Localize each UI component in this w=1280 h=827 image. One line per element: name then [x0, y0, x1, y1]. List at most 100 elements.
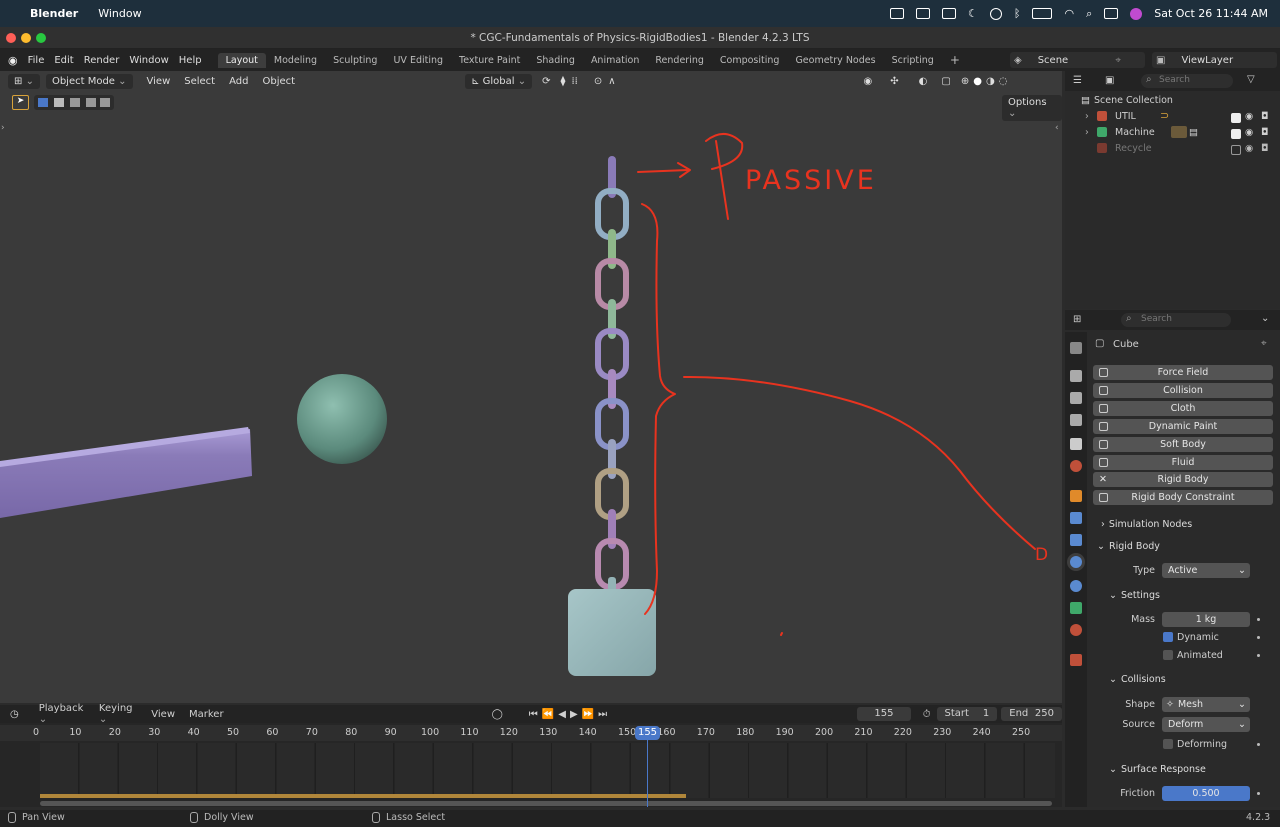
- app-menu-blender[interactable]: Blender: [30, 7, 78, 20]
- playhead-frame-badge[interactable]: 155: [635, 726, 660, 740]
- tab-geometry-nodes[interactable]: Geometry Nodes: [787, 53, 883, 68]
- menu-help[interactable]: Help: [179, 55, 202, 66]
- properties-search[interactable]: ⌕ Search: [1121, 313, 1231, 327]
- tab-rendering[interactable]: Rendering: [647, 53, 712, 68]
- mac-menu-window[interactable]: Window: [98, 7, 141, 20]
- current-frame-field[interactable]: 155: [857, 707, 911, 721]
- tab-modeling[interactable]: Modeling: [266, 53, 325, 68]
- tab-animation[interactable]: Animation: [583, 53, 647, 68]
- battery-icon[interactable]: [1032, 8, 1053, 19]
- menu-edit[interactable]: Edit: [54, 55, 73, 66]
- keyframe-dot-icon[interactable]: [1257, 618, 1260, 621]
- tab-compositing[interactable]: Compositing: [712, 53, 788, 68]
- auto-keying-icon[interactable]: ◯: [492, 709, 503, 720]
- filter-icon[interactable]: ▽: [1247, 74, 1255, 85]
- force-field-button[interactable]: Force Field: [1093, 365, 1273, 380]
- timeline-editor-icon[interactable]: ◷: [10, 709, 19, 720]
- tab-scripting[interactable]: Scripting: [884, 53, 942, 68]
- end-frame-field[interactable]: End 250: [1001, 707, 1062, 721]
- outliner-search[interactable]: ⌕ Search: [1141, 74, 1233, 88]
- simulation-nodes-panel-header[interactable]: › Simulation Nodes: [1101, 519, 1192, 530]
- timeline-scrollbar[interactable]: [40, 801, 1052, 806]
- camera-icon[interactable]: ◘: [1261, 127, 1269, 138]
- pin-icon[interactable]: ⌖: [1261, 338, 1267, 349]
- collision-button[interactable]: Collision: [1093, 383, 1273, 398]
- dynamic-paint-button[interactable]: Dynamic Paint: [1093, 419, 1273, 434]
- view-layer-tab-icon[interactable]: [1070, 414, 1082, 426]
- siri-icon[interactable]: [1130, 7, 1143, 20]
- bluetooth-icon[interactable]: ᛒ: [1014, 7, 1021, 20]
- control-center-icon[interactable]: [1104, 8, 1119, 19]
- outliner-editor-icon[interactable]: ☰: [1073, 75, 1082, 86]
- timeline-ruler[interactable]: 0 10 20 30 40 50 60 70 80 90 100 110 120 130 140 150 160…: [0, 725, 1062, 741]
- play-icon[interactable]: ▶: [570, 709, 578, 720]
- physics-tab-icon[interactable]: [1070, 556, 1082, 568]
- rigid-body-panel-header[interactable]: ⌄ Rigid Body: [1097, 541, 1160, 552]
- cloth-button[interactable]: Cloth: [1093, 401, 1273, 416]
- surface-response-subpanel-header[interactable]: ⌄ Surface Response: [1109, 764, 1206, 775]
- wifi-icon[interactable]: ◠: [1064, 7, 1074, 20]
- texture-tab-icon[interactable]: [1070, 654, 1082, 666]
- output-tab-icon[interactable]: [1070, 392, 1082, 404]
- display-icon[interactable]: [941, 8, 956, 19]
- menu-file[interactable]: File: [28, 55, 45, 66]
- eye-icon[interactable]: ◉: [1245, 111, 1253, 122]
- play-reverse-icon[interactable]: ◀: [558, 709, 566, 720]
- properties-editor-icon[interactable]: ⊞: [1073, 314, 1081, 325]
- spotlight-search-icon[interactable]: ⌕: [1086, 7, 1092, 21]
- outliner-item-recycle[interactable]: Recycle ◉ ◘: [1085, 143, 1277, 157]
- tab-texture-paint[interactable]: Texture Paint: [451, 53, 528, 68]
- blender-logo-icon[interactable]: ◉: [8, 54, 18, 67]
- render-tab-icon[interactable]: [1070, 370, 1082, 382]
- moon-icon[interactable]: ☾: [968, 7, 978, 20]
- right-panel-toggle-icon[interactable]: ‹: [1055, 123, 1059, 133]
- object-data-tab-icon[interactable]: [1070, 602, 1082, 614]
- expand-arrow-icon[interactable]: ›: [1085, 127, 1089, 138]
- stopwatch-icon[interactable]: ⏱: [923, 709, 931, 720]
- menu-render[interactable]: Render: [84, 55, 120, 66]
- collision-shape-dropdown[interactable]: ✧ Mesh ⌄: [1162, 697, 1250, 712]
- keyframe-dot-icon[interactable]: [1257, 654, 1260, 657]
- jump-end-icon[interactable]: ⏭: [598, 709, 607, 720]
- expand-arrow-icon[interactable]: ›: [1085, 111, 1089, 122]
- outliner-item-machine[interactable]: › Machine ▤ ◉ ◘: [1085, 126, 1277, 141]
- timeline-menu-view[interactable]: View: [151, 709, 175, 720]
- object-tab-icon[interactable]: [1070, 490, 1082, 502]
- constraints-tab-icon[interactable]: [1070, 580, 1082, 592]
- playhead-line[interactable]: [647, 735, 648, 807]
- collision-source-dropdown[interactable]: Deform ⌄: [1162, 717, 1250, 732]
- tool-tab-icon[interactable]: [1070, 342, 1082, 354]
- timeline-menu-keying[interactable]: Keying: [99, 703, 139, 725]
- outliner-item-util[interactable]: › UTIL ⊃ ◉ ◘: [1085, 109, 1277, 125]
- animated-checkbox[interactable]: [1163, 650, 1173, 660]
- timeline-track-area[interactable]: [40, 743, 1055, 798]
- cube-object[interactable]: [568, 589, 656, 676]
- jump-start-icon[interactable]: ⏮: [529, 709, 538, 720]
- menubar-datetime[interactable]: Sat Oct 26 11:44 AM: [1154, 7, 1268, 20]
- pin-icon[interactable]: ⌖: [1115, 55, 1121, 66]
- start-frame-field[interactable]: Start 1: [936, 707, 998, 721]
- scene-tab-icon[interactable]: [1070, 438, 1082, 450]
- timeline-menu-playback[interactable]: Playback: [39, 703, 89, 725]
- chain-object[interactable]: [595, 156, 629, 591]
- exclude-checkbox[interactable]: [1231, 145, 1241, 155]
- eye-icon[interactable]: ◉: [1245, 143, 1253, 154]
- tab-layout[interactable]: Layout: [217, 52, 266, 68]
- world-tab-icon[interactable]: [1070, 460, 1082, 472]
- keyframe-dot-icon[interactable]: [1257, 636, 1260, 639]
- friction-slider[interactable]: 0.500: [1162, 786, 1250, 801]
- tab-shading[interactable]: Shading: [528, 53, 583, 68]
- play-circle-icon[interactable]: [989, 7, 1002, 20]
- particles-tab-icon[interactable]: [1070, 534, 1082, 546]
- tab-sculpting[interactable]: Sculpting: [325, 53, 385, 68]
- airplay-icon[interactable]: [889, 8, 904, 19]
- deforming-checkbox[interactable]: [1163, 739, 1173, 749]
- menu-window[interactable]: Window: [129, 55, 168, 66]
- soft-body-button[interactable]: Soft Body: [1093, 437, 1273, 452]
- viewlayer-selector[interactable]: ▣ ViewLayer: [1152, 52, 1277, 68]
- settings-subpanel-header[interactable]: ⌄ Settings: [1109, 590, 1160, 601]
- keyframe-dot-icon[interactable]: [1257, 743, 1260, 746]
- close-window-button[interactable]: [6, 33, 16, 43]
- screen-share-icon[interactable]: [915, 8, 930, 19]
- exclude-checkbox[interactable]: [1231, 129, 1241, 139]
